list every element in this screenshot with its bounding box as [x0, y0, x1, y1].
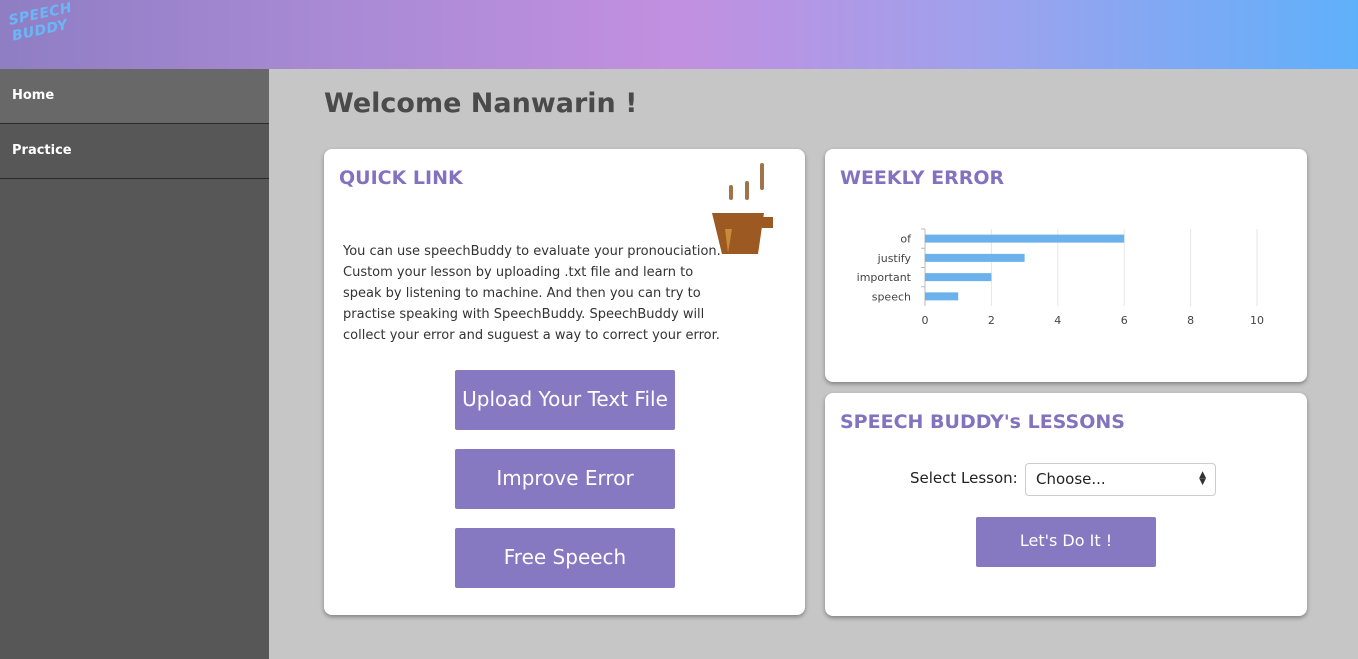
lesson-select-value: Choose...: [1036, 470, 1106, 488]
page-title: Welcome Nanwarin !: [324, 88, 638, 119]
y-category-label: of: [900, 233, 912, 246]
sidebar-item-practice[interactable]: Practice: [0, 124, 269, 179]
improve-error-button[interactable]: Improve Error: [455, 449, 675, 509]
x-tick-label: 2: [988, 314, 995, 327]
weekly-error-chart: 0 2 4 6 8 10 of justify important speech: [857, 228, 1264, 327]
quick-link-description: You can use speechBuddy to evaluate your…: [343, 244, 721, 343]
upload-text-file-button[interactable]: Upload Your Text File: [455, 370, 675, 430]
x-tick-label: 8: [1187, 314, 1194, 327]
y-category-label: speech: [872, 290, 911, 303]
quick-link-title: QUICK LINK: [339, 167, 463, 189]
y-category-label: important: [857, 271, 912, 284]
sidebar: Home Practice: [0, 69, 269, 659]
x-tick-label: 0: [922, 314, 929, 327]
sidebar-item-home[interactable]: Home: [0, 69, 269, 124]
lets-do-it-button[interactable]: Let's Do It !: [976, 517, 1156, 567]
bar: [925, 292, 959, 301]
bar: [925, 234, 1125, 243]
y-category-label: justify: [877, 252, 912, 265]
x-tick-label: 10: [1250, 314, 1264, 327]
x-tick-label: 6: [1121, 314, 1128, 327]
quick-link-card: QUICK LINK You can use speechBuddy to ev…: [324, 149, 805, 615]
select-arrows-icon: ▲ ▼: [1199, 470, 1206, 487]
top-header: SPEECH BUDDY: [0, 0, 1358, 69]
lessons-card: SPEECH BUDDY's LESSONS Select Lesson: Ch…: [825, 393, 1307, 616]
lessons-title: SPEECH BUDDY's LESSONS: [840, 411, 1125, 433]
speech-buddy-logo[interactable]: SPEECH BUDDY: [7, 0, 80, 64]
weekly-error-card: WEEKLY ERROR 0 2 4 6 8 10 of justify important sp…: [825, 149, 1307, 382]
x-tick-label: 4: [1054, 314, 1061, 327]
bar: [925, 253, 1025, 262]
bar: [925, 273, 992, 282]
lesson-select[interactable]: Choose... ▲ ▼: [1025, 463, 1216, 496]
select-lesson-label: Select Lesson:: [910, 469, 1018, 487]
free-speech-button[interactable]: Free Speech: [455, 528, 675, 588]
